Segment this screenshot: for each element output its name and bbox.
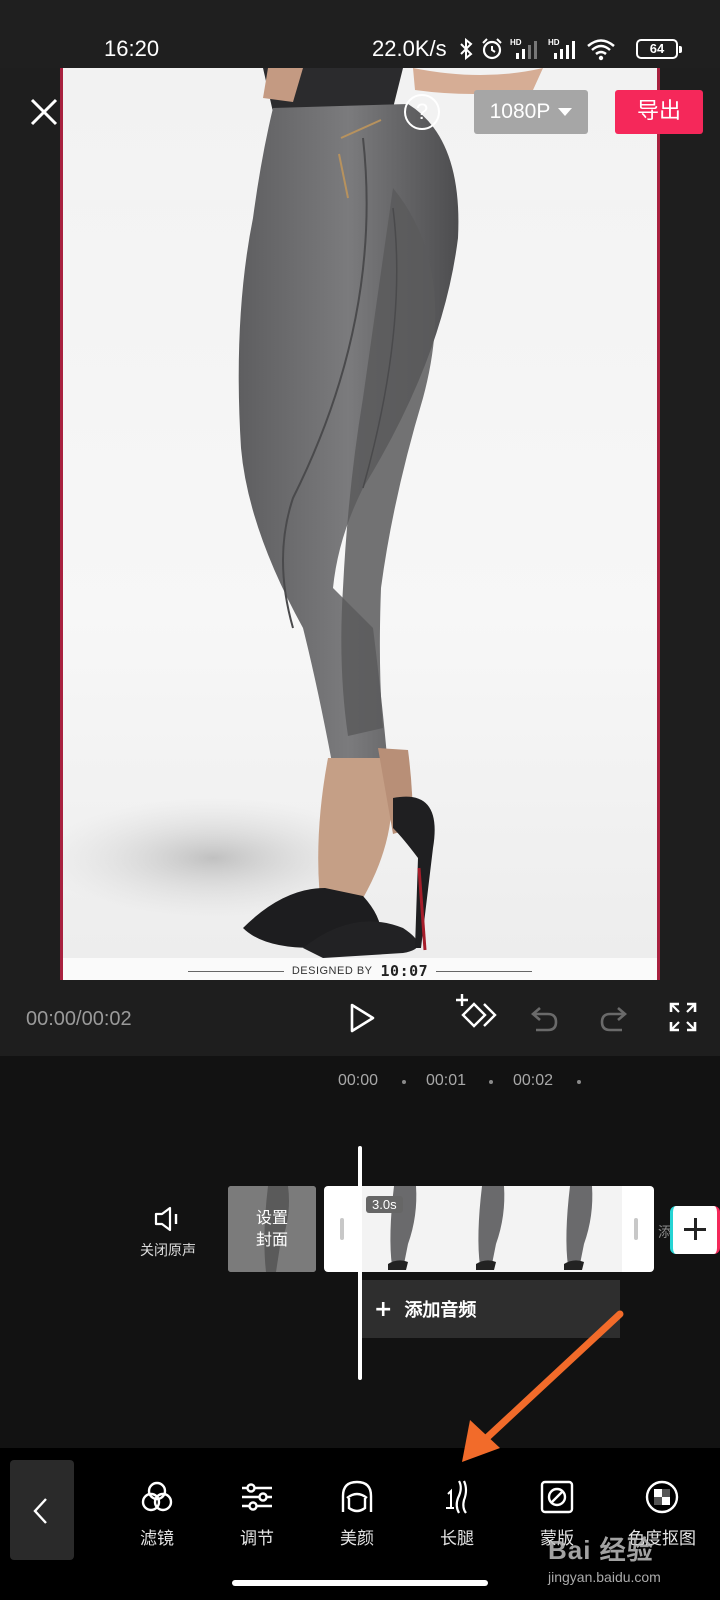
svg-text:HD: HD — [548, 38, 560, 47]
ruler-tick-label: 00:00 — [338, 1072, 379, 1089]
ruler-dot — [577, 1080, 581, 1084]
ruler-tick-label: 00:01 — [426, 1072, 467, 1089]
playback-controls: 00:00/00:02 — [0, 980, 720, 1056]
baidu-jingyan-watermark: Bai 经验 jingyan.baidu.com — [548, 1530, 661, 1585]
filter-icon — [141, 1481, 173, 1512]
tool-beauty[interactable]: 美颜 — [312, 1478, 402, 1549]
playhead[interactable] — [358, 1146, 362, 1380]
watermark-site: jingyan.baidu.com — [548, 1569, 661, 1585]
resolution-value: 1080P — [489, 100, 551, 123]
play-icon[interactable] — [346, 1000, 378, 1036]
alarm-icon — [482, 38, 502, 60]
designer-mark: 10:07 — [380, 962, 429, 980]
ruler-dot — [489, 1080, 493, 1084]
add-clip-button[interactable] — [670, 1206, 720, 1254]
video-clip[interactable]: 3.0s — [324, 1186, 654, 1272]
timecode: 00:00/00:02 — [26, 1008, 132, 1030]
tool-label: 滤镜 — [140, 1529, 174, 1549]
resolution-dropdown[interactable]: 1080P — [474, 90, 588, 134]
watermark-brand: Bai 经验 — [548, 1535, 654, 1565]
adjust-icon — [242, 1483, 272, 1511]
clip-trim-handle-left[interactable] — [340, 1218, 344, 1240]
model-legs-illustration — [63, 68, 543, 958]
chevron-left-icon — [33, 1498, 47, 1524]
ruler-dot — [402, 1080, 406, 1084]
signal-hd-icon: HD — [510, 38, 537, 59]
tool-label: 长腿 — [440, 1529, 474, 1549]
add-audio-button[interactable]: + 添加音频 — [360, 1280, 620, 1338]
beauty-icon — [341, 1480, 373, 1513]
clip-duration-badge: 3.0s — [366, 1196, 403, 1213]
set-cover-label: 设置封面 — [255, 1208, 288, 1249]
plus-icon-vertical — [694, 1218, 697, 1240]
tool-adjust[interactable]: 调节 — [212, 1478, 302, 1549]
help-button[interactable]: ? — [404, 94, 440, 130]
status-bar: 16:20 22.0K/s HD HD 64 — [0, 0, 720, 68]
back-button[interactable] — [10, 1460, 74, 1560]
add-audio-label: 添加音频 — [404, 1300, 477, 1321]
long-legs-icon — [446, 1480, 468, 1514]
chroma-key-icon — [645, 1480, 679, 1514]
set-cover-button[interactable]: 设置封面 — [228, 1186, 316, 1272]
footer-divider-right — [436, 970, 533, 972]
clip-trim-handle-right[interactable] — [634, 1218, 638, 1240]
tool-filter[interactable]: 滤镜 — [112, 1478, 202, 1549]
plus-icon: + — [374, 1296, 393, 1322]
undo-icon[interactable] — [528, 1000, 560, 1036]
mute-original-audio-button[interactable]: 关闭原声 — [132, 1204, 204, 1260]
add-keyframe-icon[interactable] — [452, 992, 500, 1038]
signal-hd-icon-2: HD — [548, 38, 575, 59]
clip-thumbnail — [446, 1186, 534, 1272]
svg-text:HD: HD — [510, 38, 522, 47]
preview-image: DESIGNED BY 10:07 — [60, 68, 660, 984]
speaker-icon — [154, 1206, 178, 1232]
home-indicator[interactable] — [232, 1580, 488, 1586]
mute-original-label: 关闭原声 — [140, 1243, 196, 1259]
ruler-tick-label: 00:02 — [513, 1072, 554, 1089]
clip-thumbnail — [534, 1186, 622, 1272]
redo-icon[interactable] — [598, 1000, 630, 1036]
battery-indicator: 64 — [636, 39, 682, 59]
designed-by-text: DESIGNED BY — [291, 965, 373, 977]
wifi-icon — [587, 39, 615, 61]
status-time: 16:20 — [104, 36, 160, 61]
footer-divider-left — [187, 970, 284, 972]
mask-icon — [540, 1480, 574, 1514]
export-button[interactable]: 导出 — [615, 90, 703, 134]
tool-long-legs[interactable]: 长腿 — [412, 1478, 502, 1549]
tool-label: 调节 — [240, 1529, 274, 1549]
fullscreen-icon[interactable] — [668, 1000, 698, 1034]
network-speed: 22.0K/s — [372, 36, 447, 61]
close-icon[interactable] — [28, 96, 60, 128]
video-preview: DESIGNED BY 10:07 — [0, 68, 720, 984]
status-icons: HD HD — [458, 36, 616, 62]
bluetooth-icon — [460, 37, 473, 61]
chevron-down-icon — [558, 108, 573, 116]
tool-label: 美颜 — [340, 1529, 374, 1549]
